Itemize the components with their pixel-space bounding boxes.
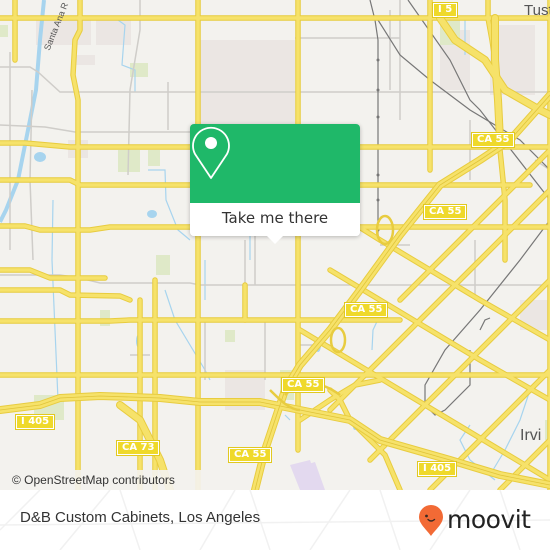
location-popup: Take me there	[190, 124, 360, 244]
map-tiles	[0, 0, 550, 490]
map-attribution[interactable]: © OpenStreetMap contributors	[0, 470, 212, 490]
footer: D&B Custom Cabinets, Los Angeles moovit	[0, 490, 550, 550]
route-shield-i5: I 5	[431, 2, 459, 18]
route-shield-i405: I 405	[14, 414, 56, 430]
place-name: D&B Custom Cabinets, Los Angeles	[20, 509, 261, 526]
city-label-tustin: Tust	[524, 2, 550, 19]
route-shield-ca55: CA 55	[470, 132, 516, 148]
route-shield-ca73: CA 73	[115, 440, 161, 456]
airport-area	[290, 460, 325, 490]
popup-header	[190, 124, 360, 203]
route-shield-ca55: CA 55	[280, 377, 326, 393]
city-label-irvine: Irvi	[520, 427, 542, 444]
route-shield-ca55: CA 55	[227, 447, 273, 463]
map[interactable]: Santa Ana R Tust Irvi I 5 CA 55 CA 55 CA…	[0, 0, 550, 490]
take-me-there-button[interactable]: Take me there	[190, 203, 360, 236]
moovit-logo[interactable]: moovit	[418, 501, 531, 541]
popup-pointer	[266, 235, 284, 244]
route-shield-ca55: CA 55	[343, 302, 389, 318]
route-shield-ca55: CA 55	[422, 204, 468, 220]
moovit-pin-smile-icon	[419, 505, 443, 536]
moovit-wordmark: moovit	[447, 505, 531, 534]
route-shield-i405: I 405	[416, 461, 458, 477]
map-pin-icon	[192, 126, 230, 179]
